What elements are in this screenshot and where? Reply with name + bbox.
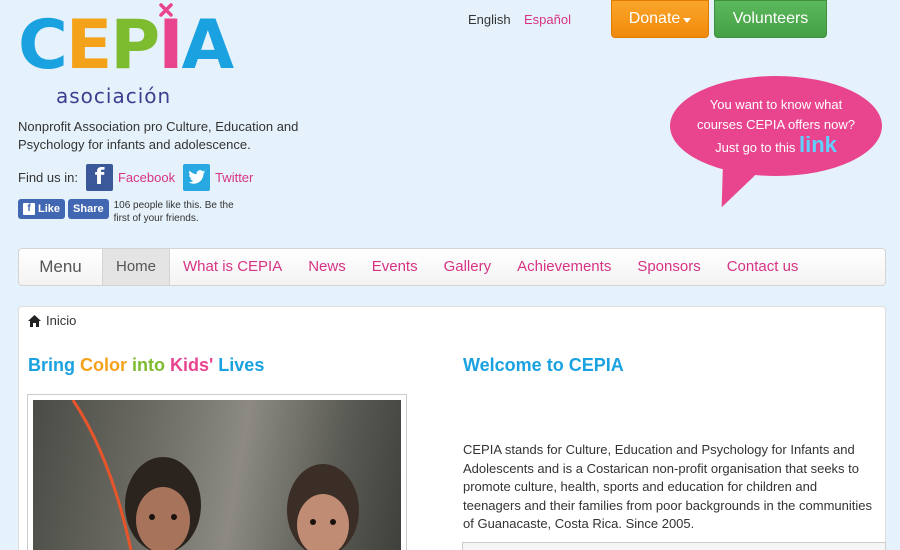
- lang-english[interactable]: English: [468, 12, 511, 27]
- volunteers-button[interactable]: Volunteers: [714, 0, 827, 38]
- headline-part: into: [127, 355, 170, 375]
- breadcrumb-item[interactable]: Inicio: [46, 313, 76, 328]
- findus-label: Find us in:: [18, 169, 78, 185]
- courses-bubble: You want to know what courses CEPIA offe…: [670, 76, 882, 176]
- headline-left: Bring Color into Kids' Lives: [28, 355, 264, 376]
- logo-letter: I: [158, 6, 183, 85]
- logo-letter: A: [181, 6, 235, 85]
- twitter-icon[interactable]: [183, 163, 211, 191]
- kids-photo[interactable]: [27, 394, 407, 550]
- secondary-image: [462, 542, 886, 550]
- donate-button[interactable]: Donate: [611, 0, 709, 38]
- fb-like-button[interactable]: f Like: [18, 199, 66, 219]
- fb-like-count: 106 people like this. Be the first of yo…: [113, 200, 234, 224]
- tagline: Nonprofit Association pro Culture, Educa…: [18, 119, 299, 152]
- bubble-line: Just go to this: [715, 140, 796, 155]
- headline-part: Color: [80, 355, 127, 375]
- home-icon[interactable]: [28, 314, 41, 327]
- facebook-like-widget: f Like Share 106 people like this. Be the…: [18, 199, 244, 225]
- fb-logo-icon: f: [23, 203, 35, 215]
- facebook-icon[interactable]: f: [85, 163, 113, 191]
- logo-cross-icon: [159, 3, 173, 17]
- main-nav: Menu Home What is CEPIA News Events Gall…: [18, 248, 886, 286]
- twitter-link[interactable]: Twitter: [215, 170, 253, 185]
- logo-letter: P: [110, 6, 160, 85]
- social-links: Find us in: f Facebook Twitter: [18, 162, 253, 192]
- courses-link[interactable]: link: [799, 132, 837, 157]
- bubble-line: courses CEPIA offers now?: [696, 117, 855, 132]
- welcome-heading: Welcome to CEPIA: [463, 355, 624, 375]
- caret-down-icon: [683, 17, 692, 23]
- nav-menu-label[interactable]: Menu: [19, 249, 103, 285]
- lang-spanish[interactable]: Español: [524, 12, 571, 27]
- logo-letter: E: [65, 6, 112, 85]
- bubble-line-3: Just go to this link: [670, 132, 882, 158]
- nav-item-news[interactable]: News: [295, 249, 359, 285]
- headline-part: Bring: [28, 355, 80, 375]
- breadcrumb: Inicio: [28, 313, 76, 328]
- fb-like-label: Like: [38, 203, 61, 215]
- headline-part: Lives: [213, 355, 265, 375]
- donate-label: Donate: [628, 10, 681, 27]
- intro-paragraph: CEPIA stands for Culture, Education and …: [463, 442, 872, 531]
- nav-item-achievements[interactable]: Achievements: [504, 249, 624, 285]
- facebook-link[interactable]: Facebook: [118, 170, 175, 185]
- headline-part: Kids': [170, 355, 214, 375]
- twitter-bird-icon: [187, 169, 205, 184]
- nav-item-contact-us[interactable]: Contact us: [714, 249, 812, 285]
- cepia-logo[interactable]: CEPIA asociación: [18, 2, 238, 112]
- nav-item-gallery[interactable]: Gallery: [431, 249, 505, 285]
- nav-item-what-is-cepia[interactable]: What is CEPIA: [170, 249, 295, 285]
- nav-item-sponsors[interactable]: Sponsors: [624, 249, 713, 285]
- fb-share-button[interactable]: Share: [68, 199, 109, 219]
- logo-letter: C: [18, 6, 68, 85]
- logo-subtitle: asociación: [56, 84, 172, 108]
- kids-photo-image: [33, 400, 401, 550]
- bubble-line: You want to know what: [709, 97, 843, 112]
- nav-item-home[interactable]: Home: [103, 249, 171, 285]
- nav-item-events[interactable]: Events: [359, 249, 431, 285]
- photo-illustration: [71, 400, 359, 550]
- logo-wordmark: CEPIA: [18, 6, 235, 85]
